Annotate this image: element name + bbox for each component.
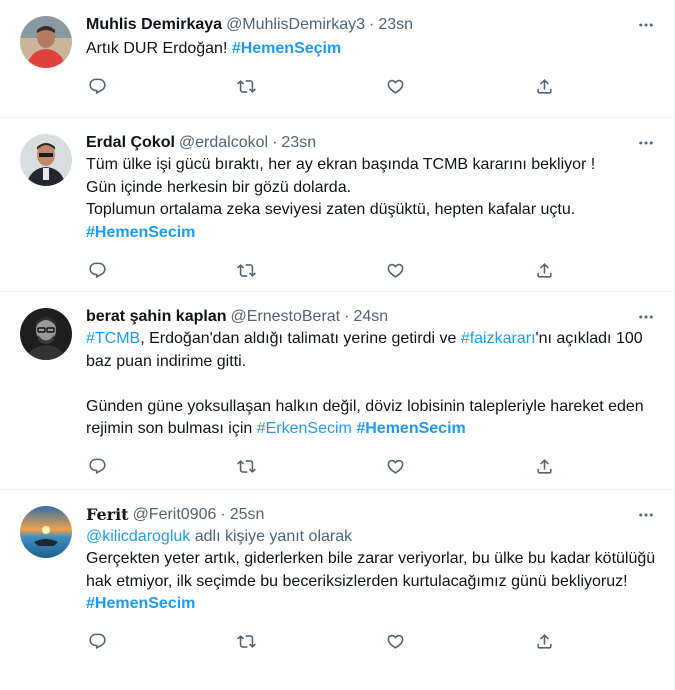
tweet-actions [86, 630, 556, 654]
tweet-text-line: Tüm ülke işi gücü bıraktı, her ay ekran … [86, 156, 596, 173]
reply-context-text: adlı kişiye yanıt olarak [190, 528, 353, 545]
tweet-text-line: Toplumun ortalama zeka seviyesi zaten dü… [86, 201, 576, 218]
avatar[interactable] [20, 506, 72, 558]
retweet-icon [236, 460, 256, 473]
tweet-actions [86, 258, 556, 282]
tweet-time[interactable]: 24sn [353, 306, 388, 328]
author-name[interactable]: Ferit [86, 504, 129, 526]
tweet-text-part: Artık DUR Erdoğan! [86, 40, 232, 57]
more-icon [639, 315, 653, 319]
retweet-button[interactable] [235, 76, 257, 98]
retweet-button[interactable] [235, 456, 257, 478]
reply-button[interactable] [86, 259, 108, 281]
reply-icon [88, 78, 106, 95]
tweet-paragraph: Günden güne yoksullaşan halkın değil, dö… [86, 396, 656, 441]
hashtag-link[interactable]: #HemenSecim [86, 593, 656, 616]
share-button[interactable] [534, 76, 556, 98]
like-icon [387, 459, 404, 474]
tweet[interactable]: berat şahin kaplan @ErnestoBerat · 24sn … [0, 292, 674, 490]
share-button[interactable] [534, 631, 556, 653]
like-button[interactable] [385, 76, 407, 98]
more-icon [639, 23, 653, 27]
tweet[interactable]: Muhlis Demirkaya @MuhlisDemirkay3 · 23sn… [0, 0, 674, 118]
share-button[interactable] [534, 456, 556, 478]
reply-button[interactable] [86, 76, 108, 98]
more-icon [639, 513, 653, 517]
tweet-text-part: , Erdoğan'dan aldığı talimatı yerine get… [140, 330, 461, 347]
author-name[interactable]: berat şahin kaplan [86, 306, 227, 328]
hashtag-link[interactable]: #HemenSecim [86, 222, 658, 245]
share-icon [537, 634, 553, 649]
tweet-text-line: Gün içinde herkesin bir gözü dolarda. [86, 178, 352, 196]
reply-context: @kilicdarogluk adlı kişiye yanıt olarak [86, 526, 658, 548]
reply-icon [88, 633, 106, 650]
share-button[interactable] [534, 259, 556, 281]
share-icon [537, 262, 553, 278]
reply-button[interactable] [86, 456, 108, 478]
mention-link[interactable]: @kilicdarogluk [86, 528, 190, 545]
author-handle[interactable]: @MuhlisDemirkay3 [226, 14, 365, 36]
author-handle[interactable]: @Ferit0906 [133, 504, 217, 526]
avatar[interactable] [20, 16, 72, 68]
tweet-header: Ferit @Ferit0906 · 25sn [86, 504, 658, 526]
like-icon [387, 634, 404, 649]
hashtag-link[interactable]: #HemenSeçim [232, 40, 341, 57]
timeline: Muhlis Demirkaya @MuhlisDemirkay3 · 23sn… [0, 0, 675, 690]
author-handle[interactable]: @ErnestoBerat [231, 306, 341, 328]
tweet-text: #TCMB, Erdoğan'dan aldığı talimatı yerin… [86, 328, 656, 441]
avatar[interactable] [20, 308, 72, 360]
retweet-icon [236, 263, 256, 277]
more-options-button[interactable] [636, 308, 656, 326]
separator-dot: · [272, 134, 278, 151]
avatar[interactable] [20, 134, 72, 186]
tweet-header: berat şahin kaplan @ErnestoBerat · 24sn [86, 306, 658, 328]
author-name[interactable]: Erdal Çokol [86, 132, 175, 154]
reply-icon [88, 262, 106, 278]
tweet[interactable]: Ferit @Ferit0906 · 25sn @kilicdarogluk a… [0, 490, 674, 690]
tweet-header: Muhlis Demirkaya @MuhlisDemirkay3 · 23sn [86, 14, 658, 36]
tweet-text: Gerçekten yeter artık, giderlerken bile … [86, 548, 656, 616]
like-icon [387, 79, 404, 94]
tweet-actions [86, 75, 556, 99]
more-options-button[interactable] [636, 506, 656, 524]
separator-dot: · [369, 16, 375, 33]
tweet-time[interactable]: 23sn [281, 132, 316, 154]
tweet-time[interactable]: 25sn [230, 504, 265, 526]
tweet[interactable]: Erdal Çokol @erdalcokol · 23sn Tüm ülke … [0, 118, 674, 292]
retweet-icon [236, 635, 256, 648]
like-button[interactable] [385, 631, 407, 653]
hashtag-link[interactable]: #TCMB [86, 330, 140, 347]
retweet-icon [236, 80, 256, 93]
more-options-button[interactable] [636, 134, 656, 152]
like-button[interactable] [385, 456, 407, 478]
tweet-text: Tüm ülke işi gücü bıraktı, her ay ekran … [86, 154, 658, 244]
like-icon [387, 263, 404, 278]
hashtag-link[interactable]: #faizkararı [461, 330, 536, 347]
retweet-button[interactable] [235, 259, 257, 281]
separator-dot: · [220, 506, 226, 523]
like-button[interactable] [385, 259, 407, 281]
hashtag-link[interactable]: #ErkenSecim [257, 420, 352, 437]
reply-button[interactable] [86, 631, 108, 653]
author-name[interactable]: Muhlis Demirkaya [86, 14, 222, 36]
reply-icon [88, 458, 106, 475]
hashtag-link[interactable]: #HemenSecim [356, 420, 465, 437]
share-icon [537, 79, 553, 94]
tweet-time[interactable]: 23sn [378, 14, 413, 36]
tweet-text: Artık DUR Erdoğan! #HemenSeçim [86, 38, 658, 61]
separator-dot: · [344, 308, 350, 325]
more-icon [639, 141, 653, 145]
tweet-header: Erdal Çokol @erdalcokol · 23sn [86, 132, 658, 154]
author-handle[interactable]: @erdalcokol [179, 132, 268, 154]
share-icon [537, 459, 553, 474]
tweet-paragraph: Gerçekten yeter artık, giderlerken bile … [86, 550, 656, 590]
more-options-button[interactable] [636, 16, 656, 34]
tweet-paragraph: #TCMB, Erdoğan'dan aldığı talimatı yerin… [86, 328, 656, 373]
retweet-button[interactable] [235, 631, 257, 653]
tweet-actions [86, 455, 556, 479]
